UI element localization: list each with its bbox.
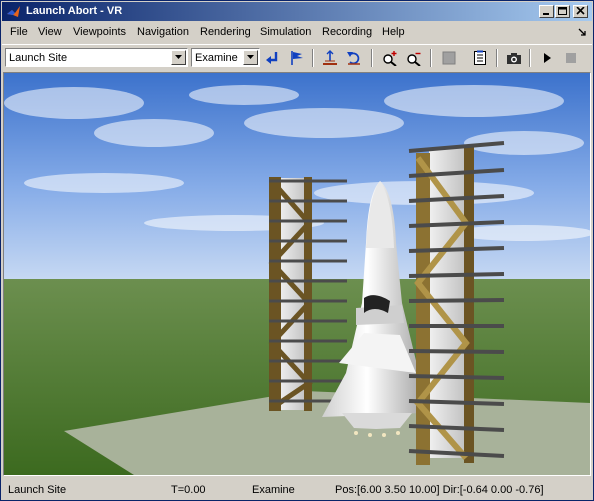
straighten-up-icon	[323, 50, 337, 65]
return-to-viewpoint-button[interactable]	[263, 48, 283, 68]
stop-icon	[566, 53, 576, 63]
status-position-direction: Pos:[6.00 3.50 10.00] Dir:[-0.64 0.00 -0…	[335, 484, 544, 496]
title-bar[interactable]: Launch Abort - VR	[2, 2, 592, 21]
create-viewpoint-button[interactable]	[287, 48, 307, 68]
close-button[interactable]	[573, 5, 588, 18]
launch-site-scene	[4, 73, 590, 475]
undo-move-button[interactable]	[344, 48, 364, 68]
flag-icon	[291, 51, 303, 65]
toolbar-separator	[529, 49, 531, 67]
capture-frame-button[interactable]	[504, 48, 524, 68]
maximize-button[interactable]	[555, 5, 570, 18]
document-list-icon	[474, 50, 486, 65]
menu-file[interactable]: File	[10, 26, 28, 38]
dock-arrow-icon[interactable]	[578, 28, 587, 37]
headlight-toggle-button[interactable]	[439, 48, 459, 68]
navigation-mode-select[interactable]: Examine	[191, 48, 260, 67]
menu-view[interactable]: View	[38, 26, 62, 38]
menu-bar: File View Viewpoints Navigation Renderin…	[2, 22, 592, 42]
status-bar: Launch Site T=0.00 Examine Pos:[6.00 3.5…	[2, 479, 592, 499]
maximize-icon	[558, 7, 567, 15]
start-simulation-button[interactable]	[537, 48, 557, 68]
viewpoint-select-value: Launch Site	[9, 52, 68, 64]
chevron-down-icon[interactable]	[171, 50, 186, 65]
straighten-up-button[interactable]	[320, 48, 340, 68]
3d-viewport[interactable]	[3, 72, 591, 476]
toolbar: Launch Site Examine	[2, 44, 592, 71]
zoom-out-button[interactable]	[404, 48, 424, 68]
minimize-button[interactable]	[539, 5, 554, 18]
close-icon	[576, 7, 585, 15]
window-title: Launch Abort - VR	[26, 5, 123, 17]
viewpoint-select[interactable]: Launch Site	[5, 48, 188, 67]
menu-help[interactable]: Help	[382, 26, 405, 38]
menu-viewpoints[interactable]: Viewpoints	[73, 26, 126, 38]
toolbar-separator	[312, 49, 314, 67]
properties-button[interactable]	[470, 48, 490, 68]
navigation-mode-value: Examine	[195, 52, 238, 64]
menu-navigation[interactable]: Navigation	[137, 26, 189, 38]
toolbar-separator	[371, 49, 373, 67]
menu-rendering[interactable]: Rendering	[200, 26, 251, 38]
disabled-square-icon	[442, 51, 456, 65]
stop-simulation-button[interactable]	[561, 48, 581, 68]
camera-icon	[507, 53, 521, 64]
zoom-out-icon	[407, 52, 421, 66]
app-window: Launch Abort - VR File View Viewpoints N…	[0, 0, 594, 501]
status-time: T=0.00	[171, 484, 206, 496]
menu-recording[interactable]: Recording	[322, 26, 372, 38]
undo-icon	[347, 52, 360, 65]
zoom-in-button[interactable]	[380, 48, 400, 68]
zoom-in-icon	[383, 51, 397, 66]
toolbar-separator	[430, 49, 432, 67]
chevron-down-icon[interactable]	[243, 50, 258, 65]
status-mode: Examine	[252, 484, 295, 496]
matlab-logo-icon	[7, 6, 20, 17]
status-viewpoint: Launch Site	[8, 484, 67, 496]
toolbar-separator	[496, 49, 498, 67]
play-icon	[544, 53, 551, 63]
menu-simulation[interactable]: Simulation	[260, 26, 311, 38]
return-arrow-icon	[266, 52, 278, 64]
minimize-icon	[543, 13, 549, 15]
